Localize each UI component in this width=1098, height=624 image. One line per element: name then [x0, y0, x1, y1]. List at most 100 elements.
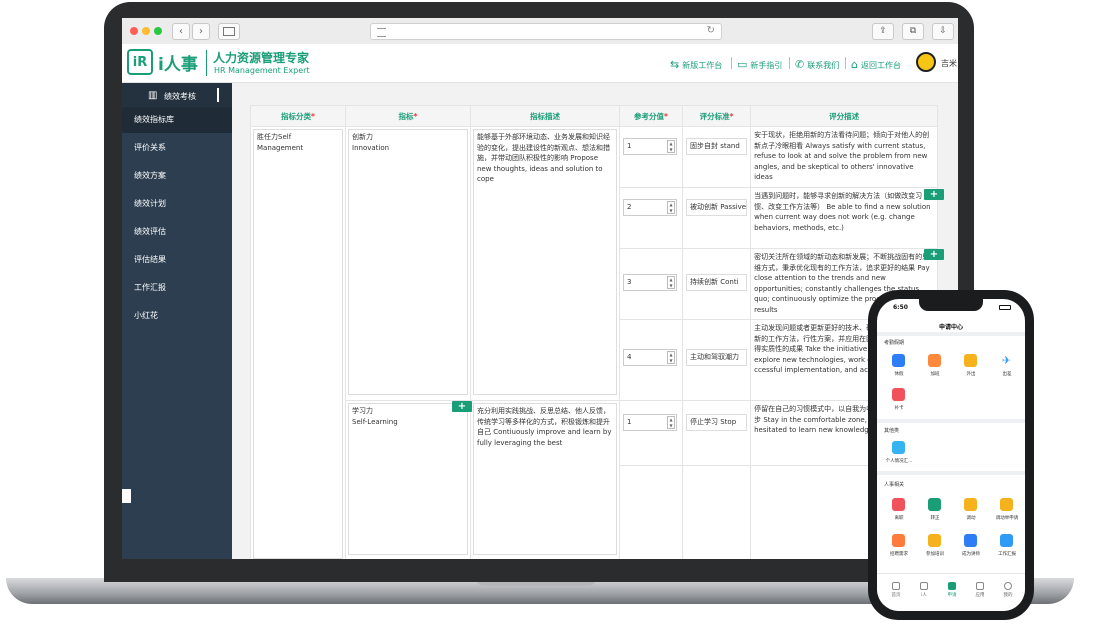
user-name[interactable]: 吉米	[941, 58, 957, 69]
app-header: iR i人事 人力资源管理专家 HR Management Expert ⇆ 新版…	[122, 44, 958, 83]
app-label: 调动举申请	[995, 516, 1019, 521]
close-window-dot[interactable]	[130, 27, 138, 35]
column-header: 评分描述	[750, 105, 939, 127]
apply-icon	[948, 582, 956, 590]
stepper-arrows-icon[interactable]: ▲ ▼	[667, 201, 675, 214]
sidebar-item-red-flower[interactable]: 小红花	[122, 303, 232, 329]
lecturer-icon[interactable]	[964, 534, 977, 547]
score-stepper[interactable]: 3 ▲ ▼	[623, 274, 677, 291]
standard-field[interactable]: 固步自封 stand	[686, 138, 748, 155]
score-cell	[619, 465, 683, 559]
back-button[interactable]: ‹	[172, 23, 190, 40]
sidebar: ▥ 绩效考核 绩效指标库 评价关系 绩效方案 绩效计划 绩效评估 评估结果 工作…	[122, 83, 232, 559]
sidebar-toggle-button[interactable]	[218, 23, 240, 40]
regularization-icon[interactable]	[928, 498, 941, 511]
score-stepper[interactable]: 2 ▲ ▼	[623, 199, 677, 216]
score-cell: 1 ▲ ▼	[619, 126, 683, 188]
score-description[interactable]: 安于现状，拒绝用新的方法看待问题；倾向于对他人的创新点子冷眼相看 Always …	[754, 130, 934, 184]
score-cell: 4 ▲ ▼	[619, 319, 683, 401]
card-correction-icon[interactable]	[892, 388, 905, 401]
minimize-window-dot[interactable]	[142, 27, 150, 35]
resign-icon[interactable]	[892, 498, 905, 511]
tab-mine[interactable]: 我的	[999, 582, 1017, 598]
score-stepper[interactable]: 4 ▲ ▼	[623, 349, 677, 366]
transfer-request-icon[interactable]	[1000, 498, 1013, 511]
sidebar-item-performance-plan[interactable]: 绩效计划	[122, 191, 232, 217]
personal-report-icon[interactable]	[892, 441, 905, 454]
app-label: 补卡	[894, 406, 904, 411]
swap-arrows-icon: ⇆	[670, 58, 680, 71]
avatar[interactable]	[916, 52, 936, 72]
indicator-cell: 创新力 Innovation	[345, 126, 471, 401]
sidebar-item-work-report[interactable]: 工作汇报	[122, 275, 232, 301]
add-level-button[interactable]: +	[924, 189, 944, 200]
stepper-arrows-icon[interactable]: ▲ ▼	[667, 276, 675, 289]
column-header: 指标*	[345, 105, 471, 127]
forward-button[interactable]: ›	[192, 23, 210, 40]
people-icon	[920, 582, 928, 590]
sidebar-item-plan-scheme[interactable]: 绩效方案	[122, 163, 232, 189]
reload-icon[interactable]: ↻	[707, 25, 715, 36]
stepper-arrows-icon[interactable]: ▲ ▼	[667, 351, 675, 364]
standard-field[interactable]: 被动创新 Passive	[686, 199, 748, 216]
score-description[interactable]: 当遇到问题时，能够寻求创新的解决方法（如做改变习惯、改变工作方法等） Be ab…	[754, 191, 934, 245]
standard-field[interactable]: 主动和驾驭潮力	[686, 349, 748, 366]
link-contact[interactable]: ✆ 联系我们	[795, 58, 839, 71]
recruit-icon[interactable]	[892, 534, 905, 547]
description-field[interactable]: 能够基于外部环境动态、业务发展和知识经验的变化，提出建设性的新观点、想法和措施，…	[473, 129, 617, 395]
indicator-field[interactable]: 创新力 Innovation	[348, 129, 468, 395]
sidebar-item-review-results[interactable]: 评估结果	[122, 247, 232, 273]
brand-slogan-cn: 人力资源管理专家	[213, 51, 310, 65]
link-new-workbench[interactable]: ⇆ 新版工作台	[670, 58, 722, 71]
tab-apply[interactable]: 申请	[943, 582, 961, 598]
column-header: 指标分类*	[250, 105, 346, 127]
stepper-arrows-icon[interactable]: ▲ ▼	[667, 416, 675, 429]
add-indicator-button[interactable]: +	[452, 401, 472, 412]
outing-icon[interactable]	[964, 354, 977, 367]
tab-people[interactable]: i人	[915, 582, 933, 598]
sidebar-item-evaluation-relation[interactable]: 评价关系	[122, 135, 232, 161]
score-stepper[interactable]: 1 ▲ ▼	[623, 414, 677, 431]
share-icon: ⇪	[879, 26, 887, 36]
sidebar-header: ▥ 绩效考核	[122, 83, 232, 109]
scroll-indicator[interactable]	[122, 489, 131, 503]
sidebar-item-indicator-library[interactable]: 绩效指标库	[122, 107, 232, 133]
description-field[interactable]: 充分利用实践挑战、反思总结、他人反馈，传统学习等多样化的方式，积极锻炼和提升自己…	[473, 403, 617, 555]
category-field[interactable]: 胜任力Self Management	[253, 129, 343, 559]
link-guide[interactable]: ▭ 新手指引	[737, 58, 782, 71]
standard-cell: 持续创新 Conti	[681, 248, 752, 320]
reader-icon	[377, 28, 386, 37]
standard-field[interactable]: 停止学习 Stop	[686, 414, 748, 431]
work-report-icon[interactable]	[1000, 534, 1013, 547]
app-label: 调动	[966, 516, 976, 521]
score-stepper[interactable]: 1 ▲ ▼	[623, 138, 677, 155]
indicator-field[interactable]: 学习力 Self-Learning	[348, 403, 468, 555]
stepper-arrows-icon[interactable]: ▲ ▼	[667, 140, 675, 153]
share-button[interactable]: ⇪	[872, 23, 894, 40]
phone-notch	[919, 299, 983, 311]
overtime-icon[interactable]	[928, 354, 941, 367]
sidebar-item-performance-review[interactable]: 绩效评估	[122, 219, 232, 245]
leave-icon[interactable]	[892, 354, 905, 367]
divider	[877, 332, 1025, 336]
apps-icon	[976, 582, 984, 590]
download-button[interactable]: ⇩	[932, 23, 954, 40]
tab-home[interactable]: 首页	[887, 582, 905, 598]
app-label: 外出	[966, 372, 976, 377]
standard-field[interactable]: 持续创新 Conti	[686, 274, 748, 291]
address-bar[interactable]: ↻	[370, 23, 722, 40]
transfer-icon[interactable]	[964, 498, 977, 511]
section-title: 考勤假期	[884, 340, 905, 346]
link-back-workbench[interactable]: ⌂ 返回工作台	[851, 58, 901, 71]
collapse-icon[interactable]	[217, 88, 226, 102]
phone-screen: 6:50 申请中心 考勤假期 休假 加班 外出 ✈ 出差 补卡 其他类 个人情况…	[877, 299, 1025, 611]
plane-icon[interactable]: ✈	[1000, 354, 1013, 367]
zoom-window-dot[interactable]	[154, 27, 162, 35]
tabs-button[interactable]: ⧉	[902, 23, 924, 40]
phone-icon: ✆	[795, 58, 805, 71]
add-level-button[interactable]: +	[924, 249, 944, 260]
training-icon[interactable]	[928, 534, 941, 547]
app-label: 出差	[1002, 372, 1012, 377]
tab-apps[interactable]: 应用	[971, 582, 989, 598]
status-time: 6:50	[893, 304, 908, 311]
